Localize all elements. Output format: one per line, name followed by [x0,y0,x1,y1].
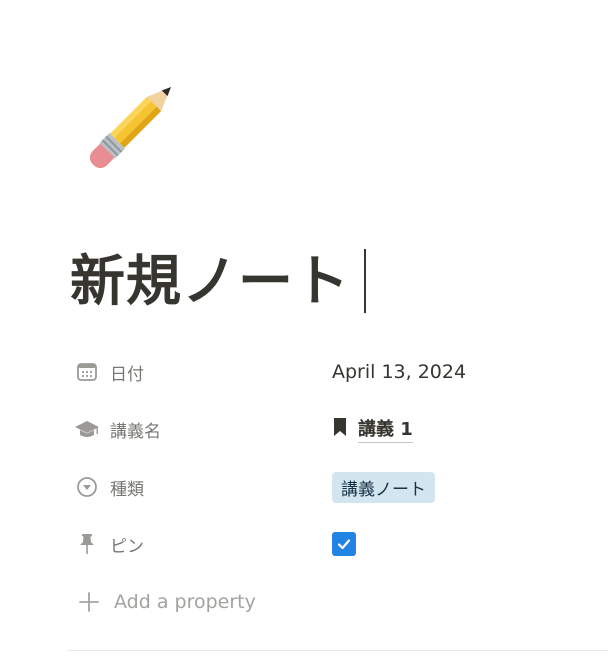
page-title-row[interactable]: 新規ノート [70,244,367,318]
date-value[interactable]: April 13, 2024 [332,361,466,383]
property-name-pin[interactable]: ピン [74,531,332,557]
plus-icon [76,589,102,615]
property-row-date[interactable]: 日付 April 13, 2024 [74,355,594,389]
property-name-lecture[interactable]: 講義名 [74,416,332,442]
check-icon [337,539,351,550]
divider [68,650,608,651]
type-tag[interactable]: 講義ノート [332,471,435,503]
pin-icon [74,531,100,557]
type-select-value[interactable]: 講義ノート [332,471,435,503]
bookmark-icon [332,417,348,442]
property-row-type[interactable]: 種類 講義ノート [74,470,594,504]
property-label-lecture: 講義名 [110,421,161,442]
property-name-type[interactable]: 種類 [74,474,332,500]
lecture-relation[interactable]: 講義 1 [332,415,413,443]
lecture-relation-link[interactable]: 講義 1 [358,415,413,443]
property-name-date[interactable]: 日付 [74,359,332,385]
calendar-icon [74,359,100,385]
select-icon [74,474,100,500]
date-text: April 13, 2024 [332,361,467,383]
graduation-cap-icon [74,416,100,442]
pin-checkbox[interactable] [332,532,356,556]
pencil-emoji-icon[interactable] [68,66,192,190]
add-property-button[interactable]: Add a property [76,586,256,618]
property-row-lecture[interactable]: 講義名 講義 1 [74,412,594,446]
text-cursor [364,249,367,313]
page-title[interactable]: 新規ノート [70,253,350,309]
add-property-label: Add a property [114,591,256,613]
property-row-pin[interactable]: ピン [74,527,594,561]
property-label-type: 種類 [110,479,144,500]
pin-value[interactable] [332,532,356,556]
property-label-pin: ピン [110,536,144,557]
property-label-date: 日付 [110,364,144,385]
